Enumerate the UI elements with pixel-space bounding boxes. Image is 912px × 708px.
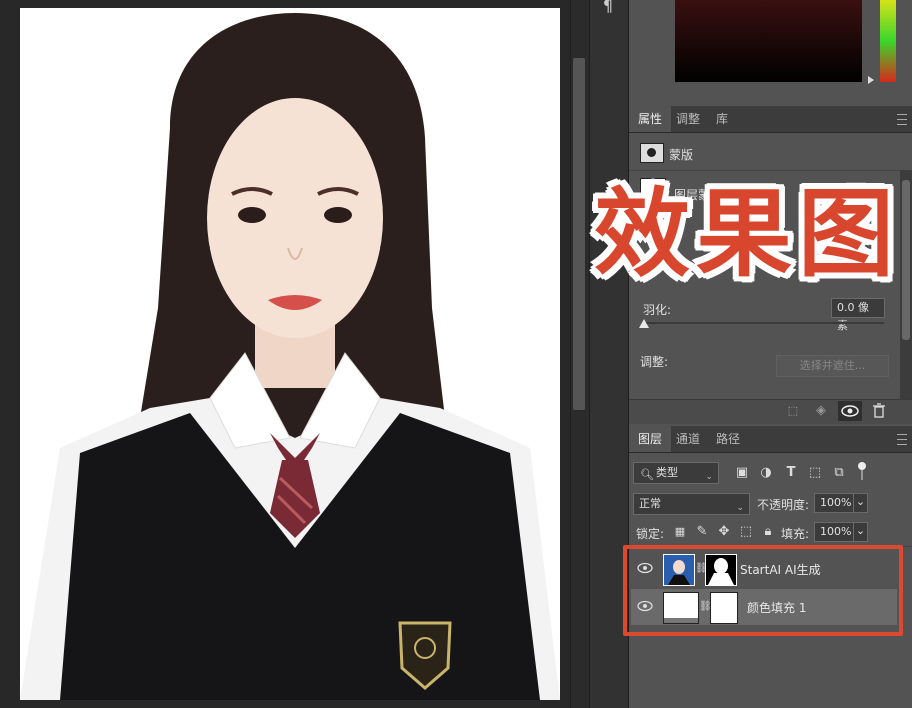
portrait-photo: [20, 8, 560, 700]
adjust-label: 调整:: [640, 355, 669, 369]
color-field[interactable]: [675, 0, 862, 82]
image-filter-icon[interactable]: ▣: [734, 465, 750, 481]
tab-adjustments[interactable]: 调整: [667, 106, 709, 132]
adjustment-filter-icon[interactable]: ◑: [758, 465, 774, 481]
hue-slider[interactable]: [880, 0, 896, 82]
chevron-down-icon: ⌄: [705, 472, 713, 482]
hue-slider-arrow[interactable]: [868, 76, 874, 84]
properties-scroll-thumb[interactable]: [902, 180, 910, 340]
layers-tabbar: 图层 通道 路径: [629, 426, 912, 453]
feather-slider-track[interactable]: [643, 322, 884, 324]
tab-paths[interactable]: 路径: [707, 426, 749, 452]
type-filter-icon[interactable]: T: [783, 465, 799, 481]
properties-bottom-bar: [629, 399, 912, 424]
lock-position-icon[interactable]: ✥: [716, 524, 732, 540]
lock-label: 锁定:: [636, 527, 665, 541]
lock-transparent-icon[interactable]: ▦: [672, 524, 688, 540]
properties-tabbar: 属性 调整 库: [629, 106, 912, 133]
layers-menu-icon[interactable]: [897, 434, 907, 445]
mask-selection-icon[interactable]: ⬚: [785, 403, 801, 419]
apply-mask-icon[interactable]: ◈: [813, 403, 829, 419]
fill-input[interactable]: 100%: [814, 522, 854, 542]
filter-toggle-switch[interactable]: [858, 462, 866, 480]
opacity-dropdown[interactable]: ⌄: [853, 493, 868, 513]
feather-slider-handle[interactable]: [639, 319, 649, 328]
paragraph-icon[interactable]: ¶: [596, 0, 620, 16]
mask-icon: [640, 143, 664, 163]
highlight-box: [623, 545, 903, 636]
feather-label: 羽化:: [643, 303, 672, 317]
panel-menu-icon[interactable]: [897, 114, 907, 125]
trash-icon[interactable]: [871, 403, 887, 419]
divider: [629, 170, 912, 171]
blend-mode-select[interactable]: 正常 ⌄: [633, 493, 750, 515]
fill-label: 填充:: [781, 527, 810, 541]
overlay-caption: 效果图: [594, 178, 900, 290]
tab-channels[interactable]: 通道: [667, 426, 709, 452]
shape-filter-icon[interactable]: ⬚: [807, 465, 823, 481]
lock-all-icon[interactable]: 🔒︎: [760, 524, 776, 540]
fill-dropdown[interactable]: ⌄: [853, 522, 868, 542]
layer-filter-select[interactable]: 类型 ⌄ 🔍︎: [633, 462, 719, 484]
lock-paint-icon[interactable]: ✎: [694, 524, 710, 540]
opacity-input[interactable]: 100%: [814, 493, 854, 513]
tab-layers[interactable]: 图层: [629, 426, 672, 452]
toggle-mask-button[interactable]: [838, 401, 862, 421]
portrait-illustration: [20, 13, 560, 700]
blend-mode-value: 正常: [639, 497, 661, 510]
layer-filter-value: 类型: [656, 466, 678, 479]
eye-icon: [841, 405, 859, 417]
select-and-mask-button[interactable]: 选择并遮住...: [776, 355, 889, 377]
scrollbar-thumb[interactable]: [573, 58, 585, 410]
chevron-down-icon: ⌄: [736, 503, 744, 513]
search-icon: 🔍︎: [640, 468, 654, 481]
tab-libraries[interactable]: 库: [707, 106, 737, 132]
opacity-label: 不透明度:: [757, 498, 810, 512]
artboard-icon[interactable]: ⬚: [738, 524, 754, 540]
smart-object-filter-icon[interactable]: ⧉: [831, 465, 847, 481]
mask-label: 蒙版: [669, 148, 694, 162]
feather-input[interactable]: 0.0 像素: [831, 298, 885, 332]
tab-properties[interactable]: 属性: [629, 106, 672, 132]
